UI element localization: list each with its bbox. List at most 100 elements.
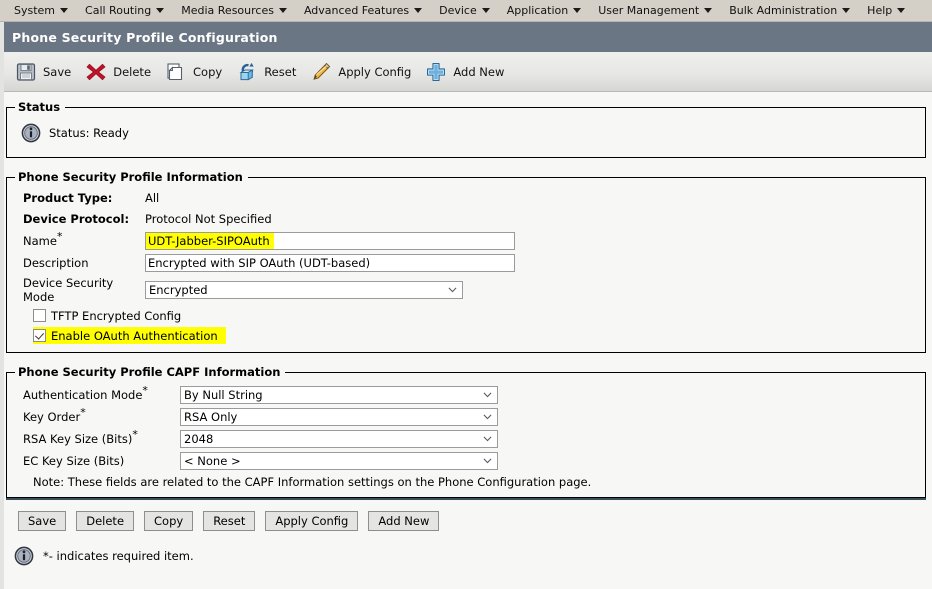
device-protocol-label: Device Protocol: [23, 211, 130, 226]
chevron-down-icon [483, 435, 492, 441]
key-order-select[interactable]: RSA Only [180, 407, 498, 426]
menu-item-label: Bulk Administration [729, 4, 838, 17]
required-item-note: *- indicates required item. [43, 549, 194, 563]
footer-copy-button[interactable]: Copy [144, 511, 194, 531]
authentication-mode-select[interactable]: By Null String [180, 385, 498, 404]
device-protocol-value: Protocol Not Specified [145, 211, 272, 226]
toolbar-delete-button[interactable]: Delete [80, 58, 160, 86]
chevron-down-icon [483, 391, 492, 397]
status-panel-legend: Status [18, 100, 61, 114]
menu-item-label: Advanced Features [303, 4, 410, 17]
enable-oauth-authentication-label: Enable OAuth Authentication [51, 328, 218, 343]
footer-save-button[interactable]: Save [18, 511, 67, 531]
device-protocol-row: Device Protocol: Protocol Not Specified [15, 209, 917, 228]
menu-item-media-resources[interactable]: Media Resources [173, 2, 296, 19]
menu-item-system[interactable]: System [6, 2, 77, 19]
chevron-down-icon [842, 8, 851, 13]
enable-oauth-authentication-checkbox[interactable] [33, 329, 46, 342]
chevron-down-icon [704, 8, 713, 13]
chevron-down-icon [483, 413, 492, 419]
pencil-icon [313, 62, 331, 80]
description-label: Description [23, 255, 89, 270]
status-message: Status: Ready [49, 126, 129, 140]
name-label: Name* [23, 229, 63, 248]
capf-note: Note: These fields are related to the CA… [33, 475, 592, 489]
blue-plus-icon [427, 62, 446, 81]
name-input[interactable] [145, 231, 515, 250]
rsa-key-size-row: RSA Key Size (Bits)* 2048 [15, 429, 917, 448]
main-menu-bar: System Call Routing Media Resources Adva… [0, 0, 932, 22]
rsa-key-size-select[interactable]: 2048 [180, 429, 498, 448]
menu-item-user-management[interactable]: User Management [590, 2, 721, 19]
footer-add-new-button[interactable]: Add New [368, 511, 440, 531]
toolbar-item-label: Apply Config [338, 64, 412, 79]
menu-item-label: Application [506, 4, 569, 17]
ec-key-size-select[interactable]: < None > [180, 451, 498, 470]
description-input[interactable] [145, 253, 515, 272]
enable-oauth-authentication-row[interactable]: Enable OAuth Authentication [33, 327, 226, 344]
toolbar-item-label: Delete [113, 64, 152, 79]
menu-item-advanced-features[interactable]: Advanced Features [296, 2, 431, 19]
ec-key-size-value: < None > [184, 453, 241, 468]
device-security-mode-label: Device Security Mode [23, 276, 114, 304]
footer-reset-button[interactable]: Reset [203, 511, 256, 531]
chevron-down-icon [481, 8, 490, 13]
ec-key-size-label: EC Key Size (Bits) [23, 453, 125, 468]
name-input-wrapper [145, 231, 515, 250]
footer-delete-button[interactable]: Delete [76, 511, 135, 531]
rsa-key-size-label: RSA Key Size (Bits)* [23, 427, 138, 446]
menu-item-application[interactable]: Application [499, 2, 590, 19]
menu-item-call-routing[interactable]: Call Routing [77, 2, 173, 19]
red-x-icon [86, 63, 106, 80]
device-security-mode-row: Device Security Mode Encrypted [15, 276, 917, 304]
menu-item-label: Device [439, 4, 477, 17]
toolbar-item-label: Copy [193, 64, 223, 79]
tftp-encrypted-config-row[interactable]: TFTP Encrypted Config [15, 307, 917, 324]
page-header-bar: Phone Security Profile Configuration [0, 22, 932, 52]
footer-apply-config-button[interactable]: Apply Config [265, 511, 359, 531]
phone-security-profile-capf-information-panel: Phone Security Profile CAPF Information … [6, 365, 926, 498]
chevron-down-icon [483, 457, 492, 463]
toolbar-apply-config-button[interactable]: Apply Config [305, 58, 420, 86]
toolbar-reset-button[interactable]: Reset [231, 58, 305, 86]
toolbar-item-label: Save [43, 64, 72, 79]
reset-cube-icon [239, 62, 255, 80]
toolbar-save-button[interactable]: Save [10, 58, 80, 86]
toolbar-item-label: Reset [264, 64, 297, 79]
chevron-down-icon [156, 8, 165, 13]
status-row: Status: Ready [15, 118, 917, 149]
chevron-down-icon [897, 8, 906, 13]
authentication-mode-row: Authentication Mode* By Null String [15, 385, 917, 404]
key-order-row: Key Order* RSA Only [15, 407, 917, 426]
key-order-value: RSA Only [184, 409, 238, 424]
action-toolbar: Save Delete Copy Reset Apply Config Add … [0, 52, 932, 92]
toolbar-item-label: Add New [453, 64, 505, 79]
chevron-down-icon [573, 8, 582, 13]
page-title: Phone Security Profile Configuration [12, 29, 278, 45]
product-type-row: Product Type: All [15, 188, 917, 207]
toolbar-add-new-button[interactable]: Add New [420, 58, 513, 86]
ec-key-size-row: EC Key Size (Bits) < None > [15, 451, 917, 470]
name-row: Name* [15, 231, 917, 250]
footer-button-row: Save Delete Copy Reset Apply Config Add … [0, 500, 932, 531]
floppy-disk-icon [16, 62, 36, 81]
capf-panel-legend: Phone Security Profile CAPF Information [18, 365, 281, 379]
profile-panel-legend: Phone Security Profile Information [18, 170, 243, 184]
phone-security-profile-information-panel: Phone Security Profile Information Produ… [6, 170, 926, 353]
page-content: Status Status: Ready Phone Security Prof… [0, 92, 932, 498]
left-gutter [0, 28, 4, 589]
toolbar-copy-button[interactable]: Copy [160, 58, 231, 86]
chevron-down-icon [278, 8, 287, 13]
tftp-encrypted-config-checkbox[interactable] [33, 309, 46, 322]
device-security-mode-select[interactable]: Encrypted [145, 281, 463, 299]
authentication-mode-value: By Null String [184, 387, 263, 402]
device-security-mode-value: Encrypted [149, 283, 208, 297]
description-row: Description [15, 253, 917, 272]
tftp-encrypted-config-label: TFTP Encrypted Config [51, 308, 182, 323]
menu-item-help[interactable]: Help [859, 2, 914, 19]
menu-item-bulk-administration[interactable]: Bulk Administration [721, 2, 859, 19]
menu-item-label: System [14, 4, 56, 17]
menu-item-device[interactable]: Device [431, 2, 499, 19]
product-type-value: All [145, 190, 160, 205]
rsa-key-size-value: 2048 [184, 431, 214, 446]
